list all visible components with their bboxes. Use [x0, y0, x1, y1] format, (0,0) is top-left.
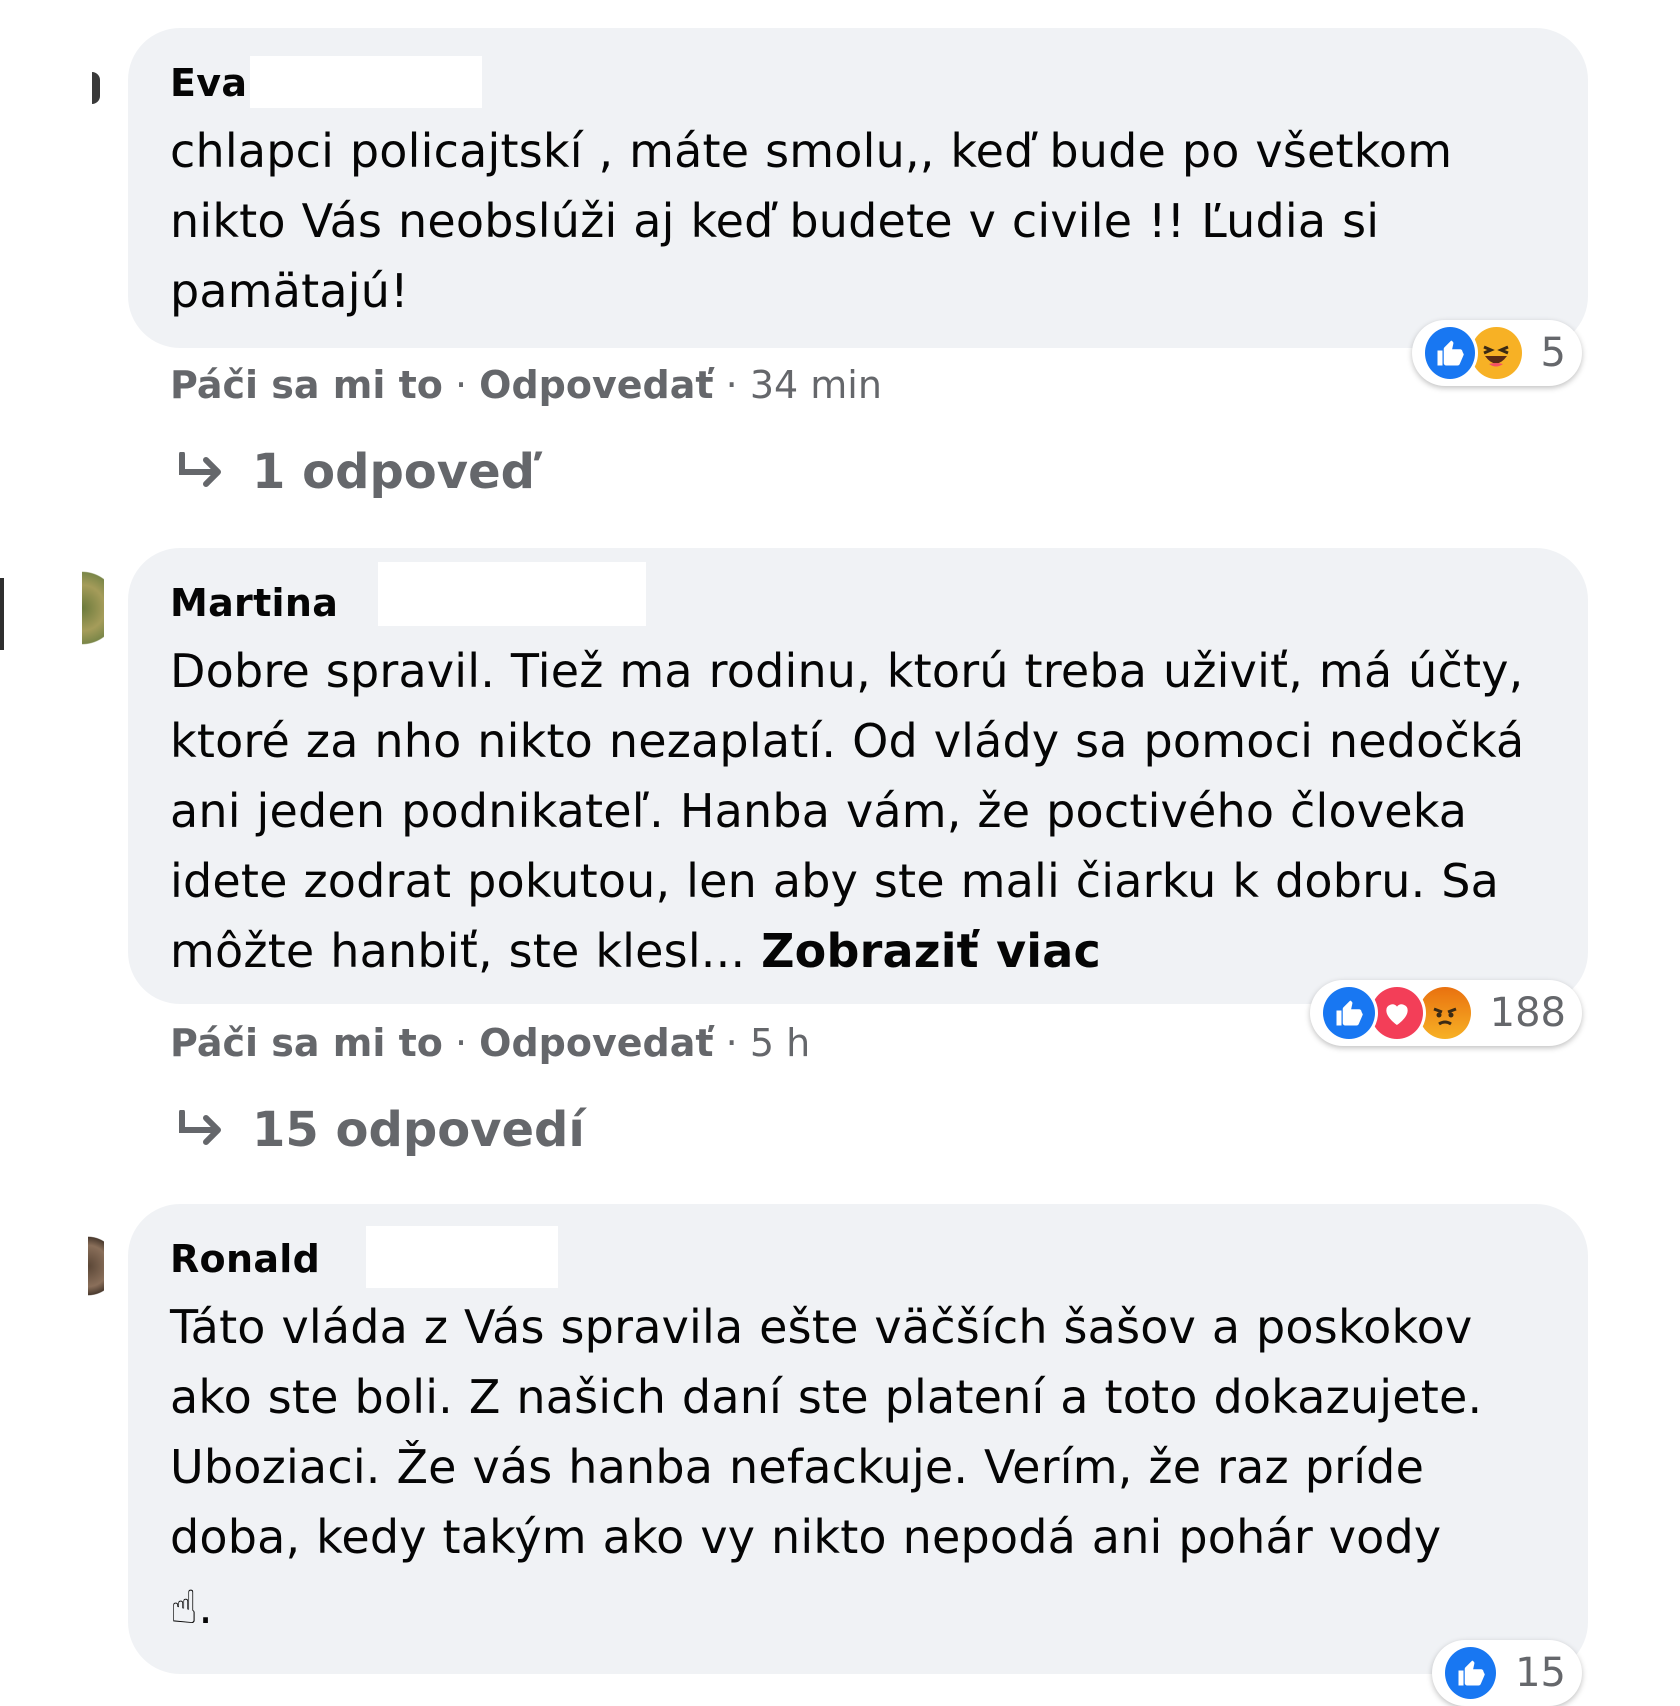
- comment-bubble: Martina Dobre spravil. Tiež ma rodinu, k…: [128, 548, 1588, 1004]
- reply-arrow-icon: [179, 452, 221, 487]
- separator: ·: [454, 363, 468, 407]
- avatar[interactable]: [82, 562, 104, 654]
- separator: ·: [725, 1021, 738, 1065]
- redaction: [366, 1226, 558, 1288]
- view-replies-button[interactable]: 15 odpovedí: [176, 1100, 585, 1160]
- comment-author[interactable]: Martina: [170, 576, 338, 630]
- redaction: [378, 562, 646, 626]
- avatar[interactable]: [92, 72, 100, 104]
- like-link[interactable]: Páči sa mi to: [170, 363, 443, 407]
- comment-bubble: Ronald Táto vláda z Vás spravila ešte vä…: [128, 1204, 1588, 1674]
- comment-actions: Páči sa mi to · Odpovedať · 5 h: [170, 1018, 810, 1068]
- reply-arrow-icon: [179, 1110, 221, 1145]
- comment-time[interactable]: 5 h: [750, 1021, 810, 1065]
- reaction-count: 188: [1489, 990, 1566, 1036]
- reaction-summary[interactable]: 188: [1310, 980, 1582, 1046]
- redaction: [250, 56, 482, 108]
- comment-text: chlapci policajtskí , máte smolu,, keď b…: [170, 124, 1453, 318]
- replies-label: 15 odpovedí: [252, 1102, 585, 1158]
- comment-text: Dobre spravil. Tiež ma rodinu, ktorú tre…: [170, 636, 1538, 986]
- avatar[interactable]: [88, 1228, 104, 1304]
- comment-body: Táto vláda z Vás spravila ešte väčších š…: [170, 1300, 1483, 1564]
- reply-link[interactable]: Odpovedať: [479, 1021, 713, 1065]
- comment-author[interactable]: Ronald: [170, 1232, 320, 1286]
- pointing-up-emoji: ☝.: [170, 1580, 214, 1634]
- comment-actions: Páči sa mi to · Odpovedať · 34 min: [170, 360, 882, 410]
- avatar-neighbor: [0, 578, 4, 650]
- reaction-summary[interactable]: 5: [1412, 320, 1582, 386]
- separator: ·: [454, 1021, 468, 1065]
- reaction-count: 5: [1540, 330, 1566, 376]
- comment-time[interactable]: 34 min: [750, 363, 882, 407]
- replies-label: 1 odpoveď: [252, 444, 535, 500]
- like-icon: [1442, 1644, 1500, 1702]
- separator: ·: [725, 363, 738, 407]
- like-icon: [1422, 324, 1479, 382]
- view-replies-button[interactable]: 1 odpoveď: [176, 442, 535, 502]
- like-icon: [1320, 984, 1378, 1042]
- see-more-link[interactable]: Zobraziť viac: [761, 924, 1101, 978]
- comment-bubble: Eva chlapci policajtskí , máte smolu,, k…: [128, 28, 1588, 348]
- reaction-count: 15: [1515, 1650, 1566, 1696]
- comment-author[interactable]: Eva: [170, 56, 247, 110]
- comment-text: Táto vláda z Vás spravila ešte väčších š…: [170, 1292, 1538, 1642]
- reaction-summary[interactable]: 15: [1432, 1640, 1582, 1706]
- like-link[interactable]: Páči sa mi to: [170, 1021, 443, 1065]
- reply-link[interactable]: Odpovedať: [479, 363, 713, 407]
